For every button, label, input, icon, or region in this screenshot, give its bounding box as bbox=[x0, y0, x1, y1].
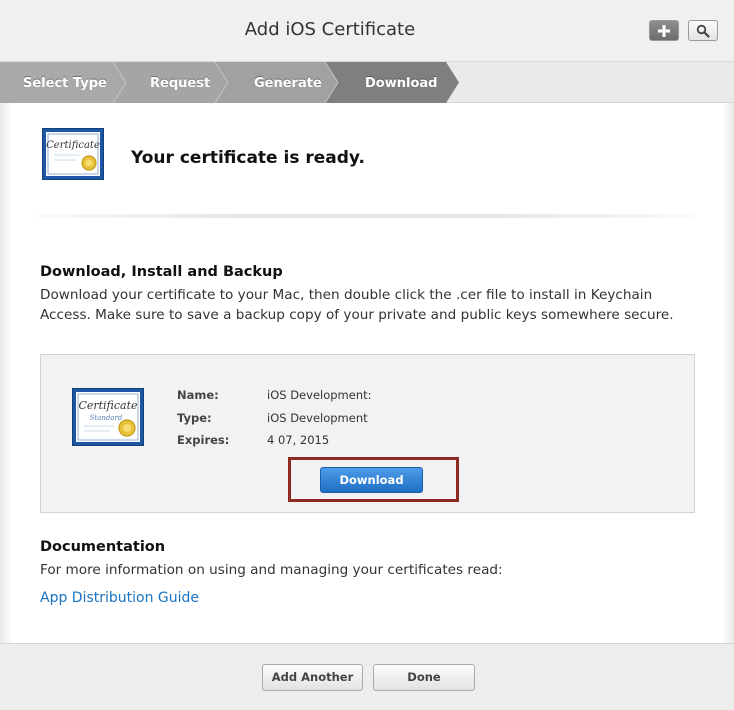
documentation-heading: Documentation bbox=[40, 539, 166, 555]
install-line-1: Download your certificate to your Mac, t… bbox=[40, 287, 653, 303]
page-title: Add iOS Certificate bbox=[244, 19, 416, 40]
expires-value: 4 07, 2015 bbox=[267, 433, 330, 447]
name-value: iOS Development: bbox=[267, 388, 372, 402]
certificate-icon: Certificate bbox=[42, 128, 104, 180]
ready-message: Your certificate is ready. bbox=[131, 148, 365, 168]
download-button[interactable]: Download bbox=[320, 467, 423, 493]
name-label: Name: bbox=[177, 388, 219, 402]
title-bar: Add iOS Certificate bbox=[0, 0, 734, 62]
done-button[interactable]: Done bbox=[373, 664, 475, 691]
plus-icon bbox=[658, 24, 670, 37]
certificate-image-subtitle: Standard bbox=[90, 414, 123, 422]
install-heading: Download, Install and Backup bbox=[40, 264, 283, 280]
certificate-standard-icon: Certificate Standard bbox=[72, 388, 144, 446]
footer-bar: Add Another Done bbox=[0, 643, 734, 710]
step-request: Request bbox=[150, 76, 211, 91]
documentation-text: For more information on using and managi… bbox=[40, 562, 503, 578]
step-select-type: Select Type bbox=[23, 76, 107, 91]
search-button[interactable] bbox=[688, 20, 718, 41]
app-distribution-guide-link[interactable]: App Distribution Guide bbox=[40, 590, 199, 606]
install-description: Download your certificate to your Mac, t… bbox=[40, 285, 674, 325]
type-value: iOS Development bbox=[267, 411, 368, 425]
type-label: Type: bbox=[177, 411, 212, 425]
section-divider bbox=[38, 214, 693, 218]
step-breadcrumb: Select Type Request Generate Download bbox=[0, 62, 734, 103]
certificate-image-title: Certificate bbox=[78, 399, 138, 412]
step-generate: Generate bbox=[254, 76, 322, 91]
certificate-script: Certificate bbox=[46, 140, 100, 151]
right-panel-shadow bbox=[722, 103, 734, 643]
add-button[interactable] bbox=[649, 20, 679, 41]
expires-label: Expires: bbox=[177, 433, 230, 447]
search-icon bbox=[696, 24, 710, 38]
left-panel-shadow bbox=[0, 103, 12, 643]
step-download: Download bbox=[365, 76, 438, 91]
add-another-button[interactable]: Add Another bbox=[262, 664, 363, 691]
install-line-2: Access. Make sure to save a backup copy … bbox=[40, 307, 674, 323]
